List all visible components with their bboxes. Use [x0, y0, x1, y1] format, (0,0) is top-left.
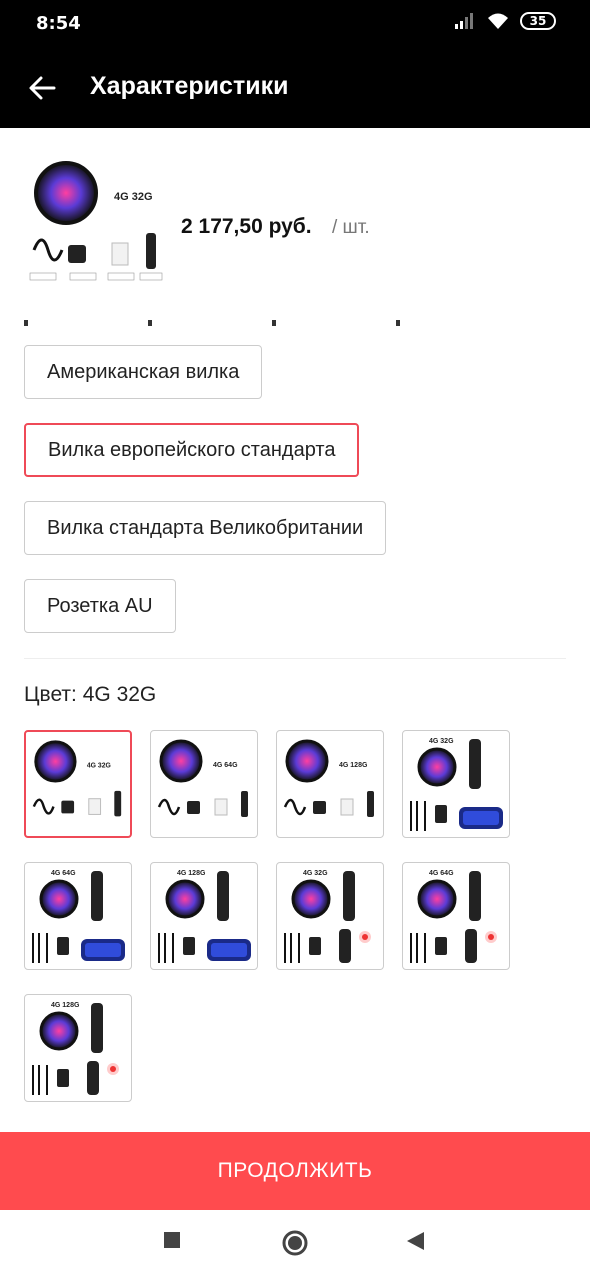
variant-label: 4G 64G: [51, 870, 76, 877]
product-thumbnail: 4G 32G: [29, 161, 163, 281]
back-triangle-icon[interactable]: [404, 1230, 426, 1252]
variant-tile-4[interactable]: 4G 64G: [24, 862, 132, 970]
option-label: Розетка AU: [47, 594, 153, 617]
variant-tile-3[interactable]: 4G 32G: [402, 730, 510, 838]
variant-image: 4G 128G: [158, 870, 251, 963]
variant-label: 4G 32G: [87, 762, 111, 769]
variant-image: 4G 32G: [32, 740, 122, 817]
back-arrow-icon[interactable]: [24, 70, 60, 106]
variant-label: 4G 32G: [429, 738, 454, 745]
signal-icon: [455, 13, 473, 29]
variant-label: 4G 128G: [177, 870, 206, 877]
product-price: 2 177,50 руб.: [181, 215, 312, 238]
home-circle-icon[interactable]: [281, 1229, 309, 1257]
variant-tile-0[interactable]: 4G 32G: [24, 730, 132, 838]
recents-square-icon[interactable]: [162, 1230, 182, 1250]
status-icons: 35: [454, 12, 556, 30]
option-uk-plug[interactable]: Вилка стандарта Великобритании: [24, 501, 387, 555]
variant-label: 4G 128G: [51, 1002, 80, 1009]
status-bar: 8:54 35: [0, 0, 590, 48]
system-nav-bar: [0, 1210, 590, 1280]
option-us-plug[interactable]: Американская вилка: [24, 345, 263, 399]
variant-label: 4G 128G: [339, 762, 368, 769]
variant-image: 4G 64G: [410, 870, 497, 963]
status-time: 8:54: [36, 13, 81, 34]
variant-label: 4G 64G: [429, 870, 454, 877]
wifi-icon: [488, 13, 508, 29]
variant-tile-2[interactable]: 4G 128G: [276, 730, 384, 838]
variant-label: 4G 64G: [213, 762, 238, 769]
variant-image: 4G 64G: [32, 870, 125, 963]
option-label: Американская вилка: [47, 360, 240, 383]
variant-image: 4G 128G: [283, 739, 374, 817]
variant-tile-5[interactable]: 4G 128G: [150, 862, 258, 970]
price-unit: / шт.: [332, 217, 370, 238]
option-label: Вилка стандарта Великобритании: [47, 516, 364, 539]
option-au-plug[interactable]: Розетка AU: [24, 579, 176, 633]
variant-image: 4G 64G: [157, 739, 248, 817]
option-eu-plug[interactable]: Вилка европейского стандарта: [24, 423, 360, 477]
variant-label: 4G 32G: [303, 870, 328, 877]
option-label: Вилка европейского стандарта: [48, 438, 336, 461]
variant-image: 4G 32G: [284, 870, 371, 963]
section-divider: [24, 658, 566, 659]
variant-tile-6[interactable]: 4G 32G: [276, 862, 384, 970]
app-bar: Характеристики: [0, 48, 590, 128]
page-title: Характеристики: [90, 72, 289, 100]
product-summary: 4G 32G 2 177,50 руб. / шт.: [26, 155, 566, 290]
variant-tile-8[interactable]: 4G 128G: [24, 994, 132, 1102]
clipped-text-row: [24, 312, 544, 326]
thumb-label: 4G 32G: [114, 191, 153, 203]
variant-image: 4G 128G: [32, 1002, 119, 1095]
variant-image: 4G 32G: [410, 738, 503, 831]
continue-label: ПРОДОЛЖИТЬ: [217, 1159, 373, 1182]
color-label: Цвет: 4G 32G: [24, 683, 157, 706]
variant-tile-1[interactable]: 4G 64G: [150, 730, 258, 838]
battery-icon: 35: [520, 12, 556, 30]
variant-tile-7[interactable]: 4G 64G: [402, 862, 510, 970]
continue-button[interactable]: ПРОДОЛЖИТЬ: [0, 1132, 590, 1210]
